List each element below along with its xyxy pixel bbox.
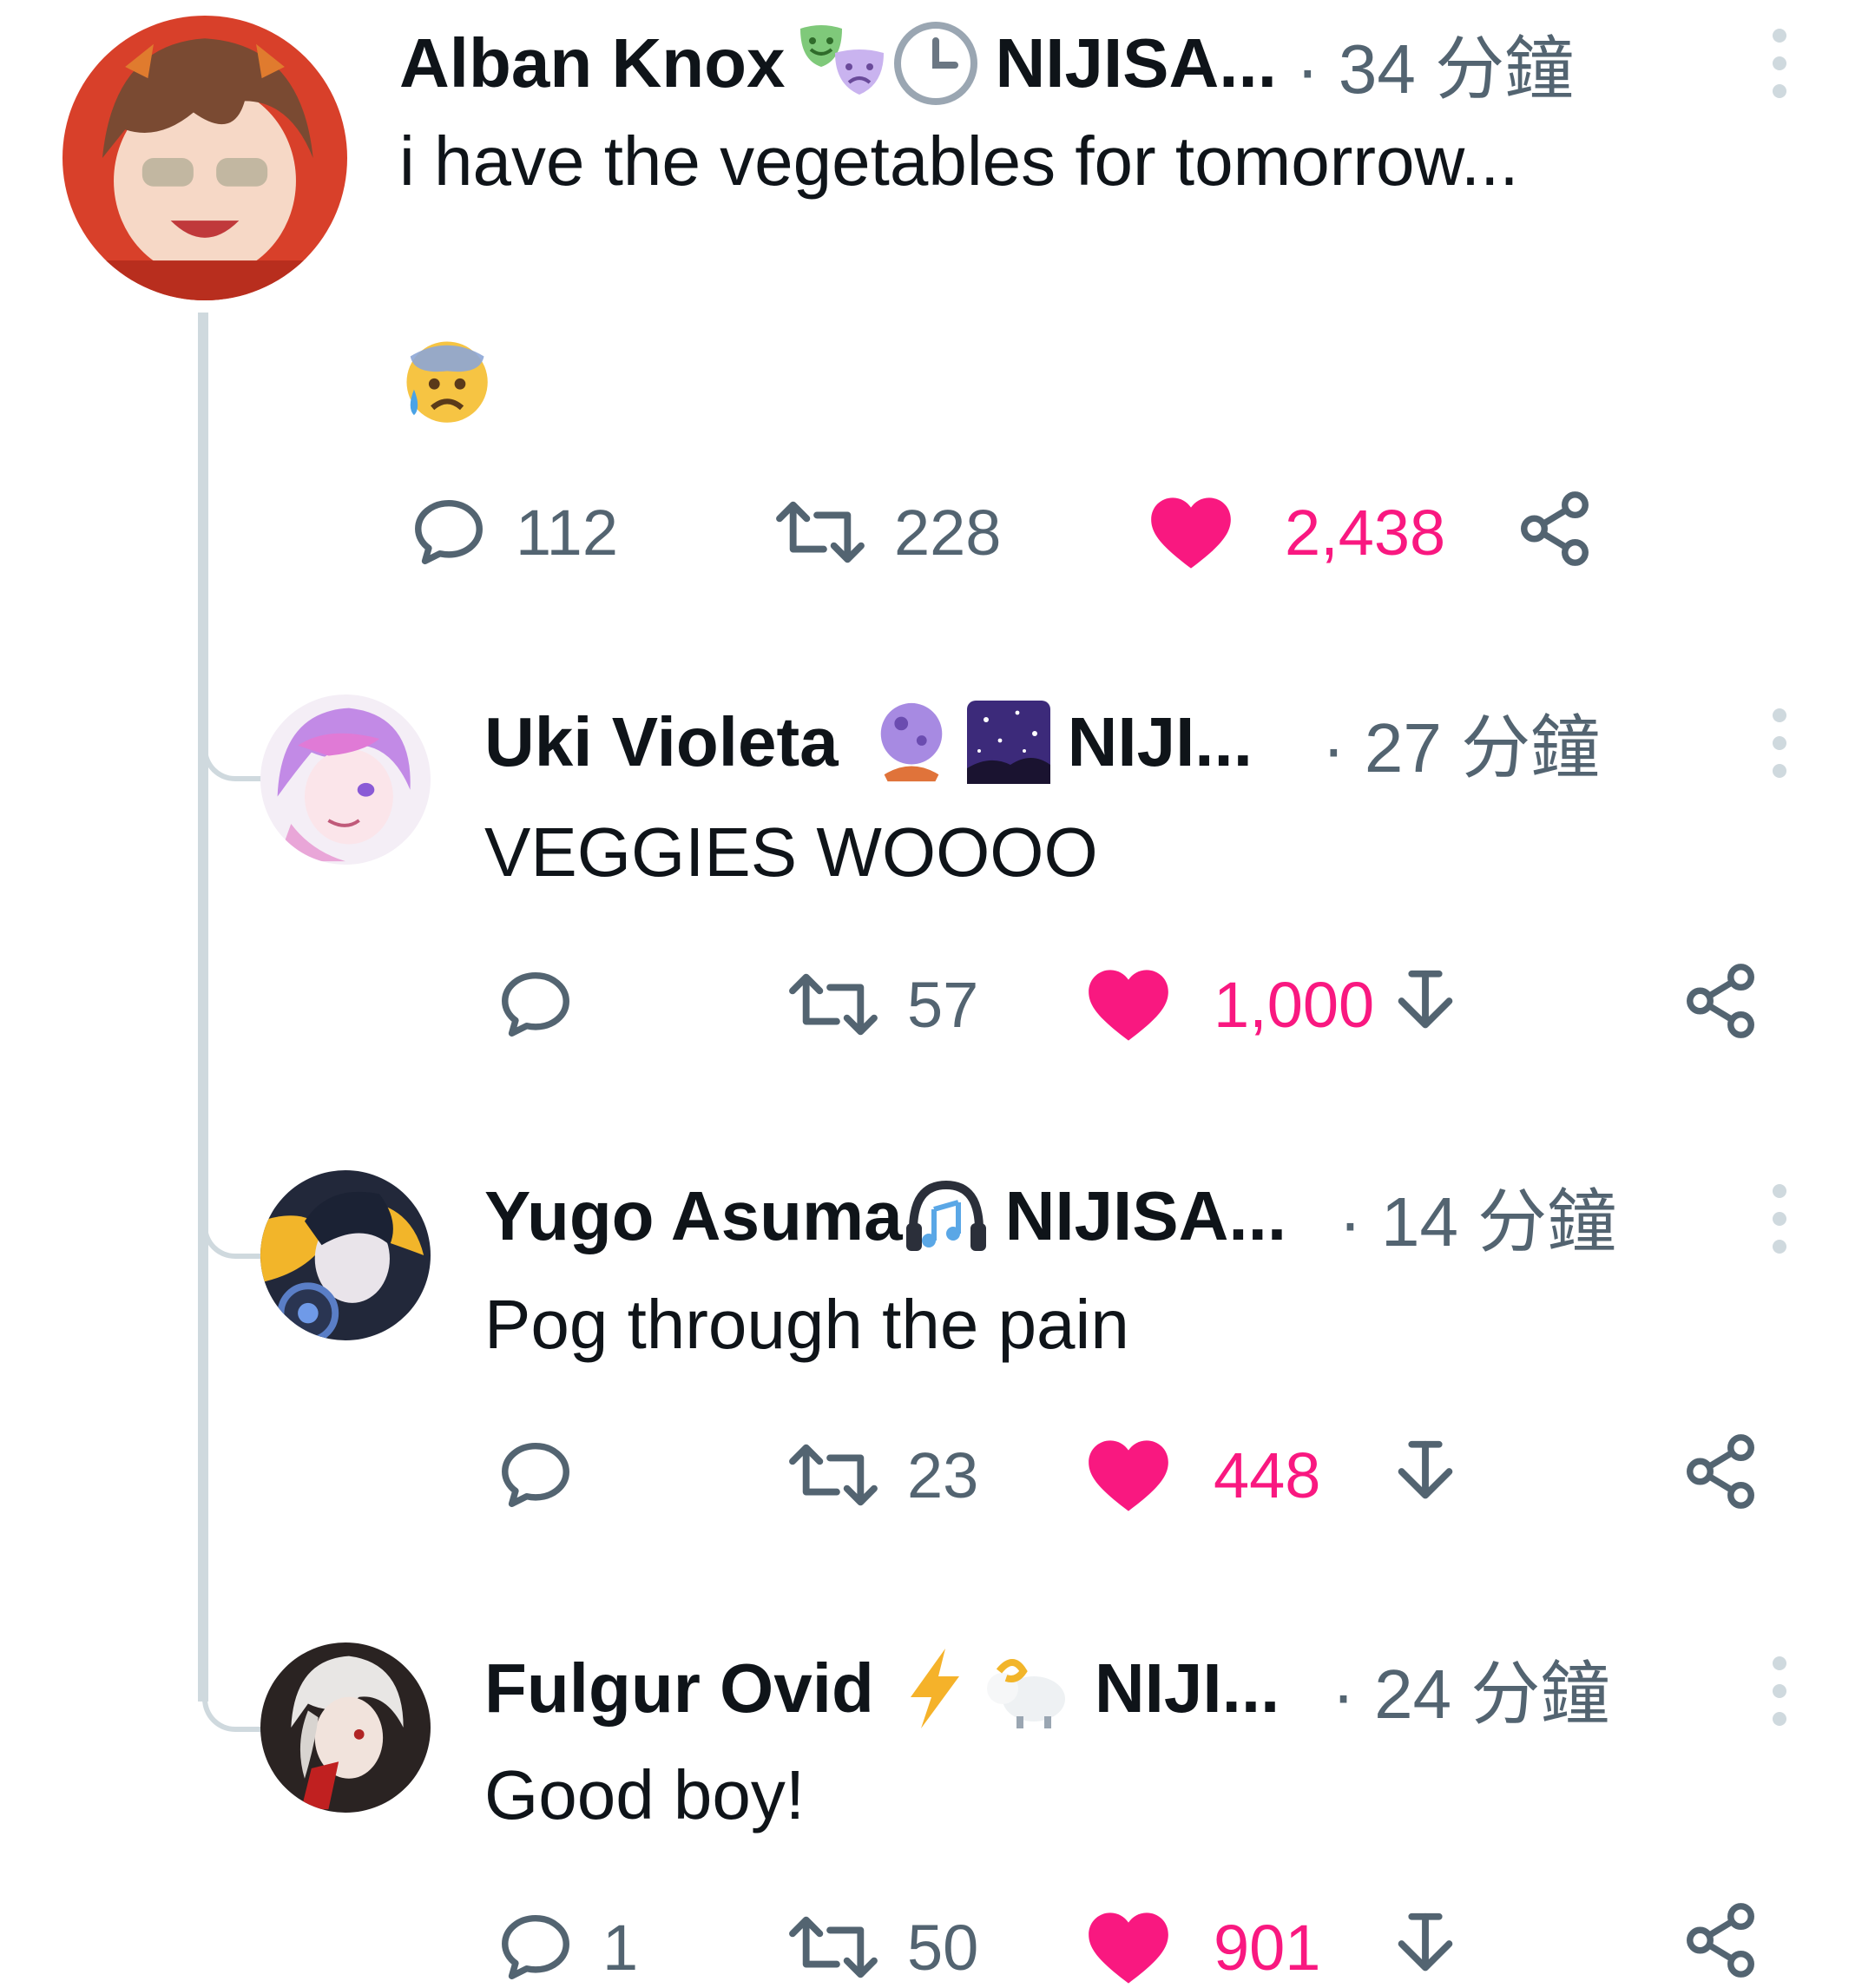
more-options-icon[interactable] [1762,1649,1797,1733]
avatar-alban-knox[interactable] [62,16,347,300]
retweet-icon [786,1906,881,1988]
handle[interactable]: NIJISA... [995,23,1277,103]
tweet-text: Good boy! [484,1756,806,1833]
reply-button[interactable] [495,1434,576,1516]
clock-icon [892,20,979,107]
download-button[interactable] [1385,1906,1466,1988]
headphone-icon [903,1175,990,1258]
download-arrow-icon [1385,964,1466,1045]
share-button[interactable] [1680,1899,1761,1981]
display-name[interactable]: Uki Violeta [484,702,839,782]
retweet-button[interactable]: 57 [786,964,978,1045]
retweet-icon [786,1434,881,1516]
download-button[interactable] [1385,1434,1466,1516]
performing-arts-icon [797,22,887,105]
reply-icon [495,1434,576,1516]
reply-button[interactable]: 1 [495,1906,638,1988]
timestamp[interactable]: · 34 分鐘 [1296,13,1574,114]
retweet-count: 23 [907,1438,979,1511]
like-count: 1,000 [1214,968,1375,1041]
anxious-face-with-sweat-icon [399,334,491,426]
avatar-fulgur-ovid[interactable] [260,1642,431,1813]
retweet-count: 228 [894,496,1002,569]
retweet-icon [773,491,868,573]
handle[interactable]: NIJISA... [1005,1176,1287,1256]
timestamp[interactable]: · 27 分鐘 [1322,692,1600,793]
more-options-icon[interactable] [1762,1177,1797,1261]
retweet-button[interactable]: 23 [786,1434,978,1516]
reply-count: 1 [602,1911,639,1984]
avatar-uki-violeta[interactable] [260,694,431,865]
reply-button[interactable]: 112 [408,491,618,573]
ram-icon [982,1647,1069,1730]
like-button[interactable]: 448 [1085,1434,1320,1516]
retweet-button[interactable]: 228 [773,491,1001,573]
like-count: 2,438 [1285,496,1446,569]
share-icon [1680,960,1761,1042]
reply-icon [495,964,576,1045]
lightning-icon [900,1645,970,1732]
tweet-text: VEGGIES WOOOO [484,813,1098,891]
tweet-header: Uki Violeta NIJI... · 27 分鐘 [484,694,1600,790]
heart-filled-icon [1085,1906,1172,1988]
tweet-header: Yugo Asuma NIJISA... · 14 分鐘 [484,1168,1616,1264]
share-button[interactable] [1680,1431,1761,1512]
handle[interactable]: NIJI... [1068,702,1253,782]
night-sky-icon [965,699,1052,786]
like-button[interactable]: 2,438 [1148,491,1445,573]
more-options-icon[interactable] [1762,22,1797,105]
display-name[interactable]: Alban Knox [399,23,785,103]
share-icon [1680,1431,1761,1512]
timestamp[interactable]: · 14 分鐘 [1339,1166,1616,1267]
share-icon [1680,1899,1761,1981]
thread-line [198,313,208,1702]
like-count: 448 [1214,1438,1321,1511]
like-button[interactable]: 1,000 [1085,964,1374,1045]
download-button[interactable] [1385,964,1466,1045]
display-name[interactable]: Fulgur Ovid [484,1649,874,1728]
reply-button[interactable] [495,964,576,1045]
tweet-header: Alban Knox NIJISA... · 34 分鐘 [399,16,1574,111]
like-button[interactable]: 901 [1085,1906,1320,1988]
tweet-text: i have the vegetables for tomorrow... [399,122,1519,200]
retweet-count: 50 [907,1911,979,1984]
handle[interactable]: NIJI... [1095,1649,1280,1728]
thread-branch [202,1120,263,1259]
heart-filled-icon [1148,491,1234,573]
share-button[interactable] [1680,960,1761,1042]
display-name[interactable]: Yugo Asuma [484,1176,903,1256]
crystal-ball-icon [870,700,953,785]
reply-icon [408,491,490,573]
timestamp[interactable]: · 24 分鐘 [1332,1638,1609,1739]
reply-icon [495,1906,576,1988]
thread-branch [202,1589,263,1732]
share-button[interactable] [1514,488,1595,569]
tweet-text: Pog through the pain [484,1286,1129,1363]
download-arrow-icon [1385,1906,1466,1988]
tweet-header: Fulgur Ovid NIJI... · 24 分鐘 [484,1641,1609,1736]
more-options-icon[interactable] [1762,701,1797,785]
reply-count: 112 [516,496,618,569]
avatar-yugo-asuma[interactable] [260,1170,431,1340]
retweet-button[interactable]: 50 [786,1906,978,1988]
retweet-count: 57 [907,968,979,1041]
download-arrow-icon [1385,1434,1466,1516]
retweet-icon [786,964,881,1045]
like-count: 901 [1214,1911,1321,1984]
thread-branch [202,642,263,781]
heart-filled-icon [1085,964,1172,1045]
share-icon [1514,488,1595,569]
heart-filled-icon [1085,1434,1172,1516]
